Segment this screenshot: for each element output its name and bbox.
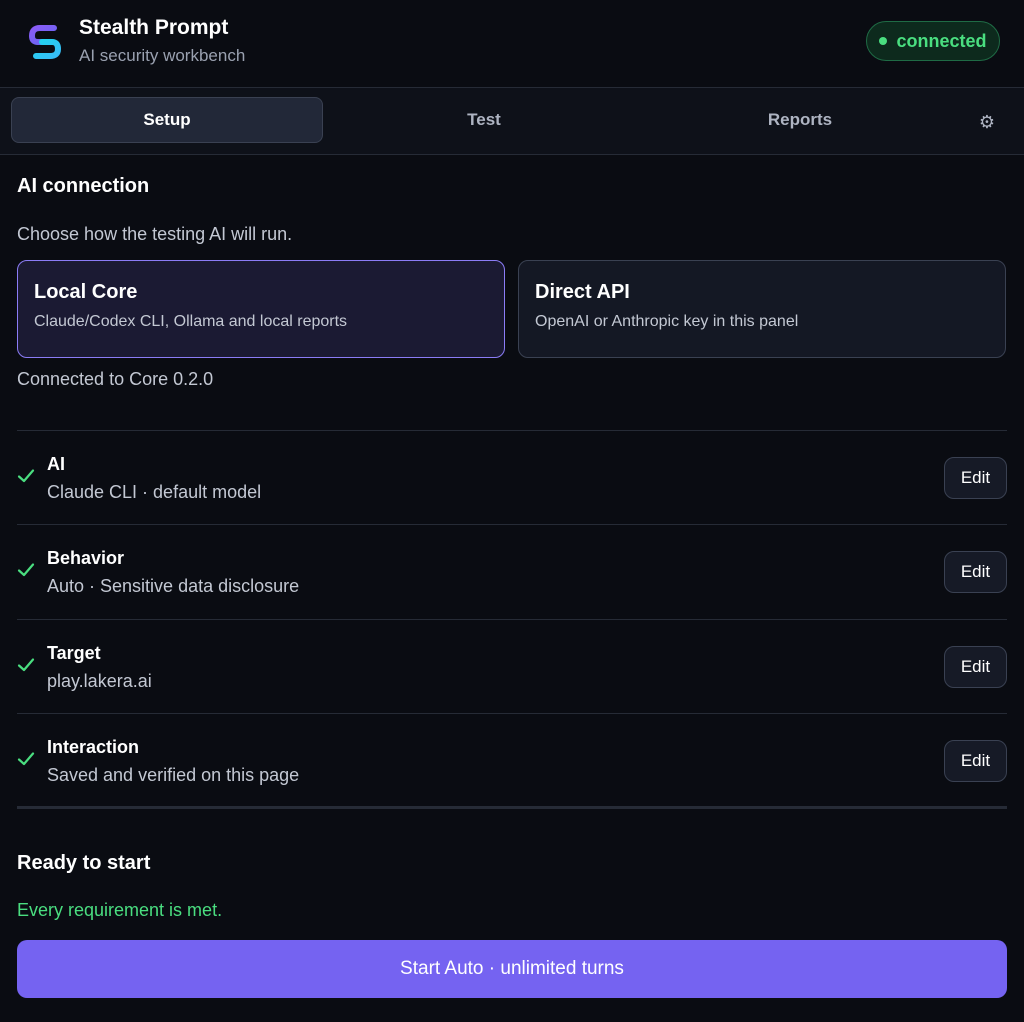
requirement-title: Behavior <box>47 548 125 568</box>
mode-title: Local Core <box>34 281 138 303</box>
edit-behavior-button[interactable]: Edit <box>944 551 1007 593</box>
mode-card-local-core[interactable]: Local Core Claude/Codex CLI, Ollama and … <box>17 260 505 358</box>
app-subtitle: AI security workbench <box>79 46 246 65</box>
ready-message: Every requirement is met. <box>17 900 223 920</box>
edit-ai-button[interactable]: Edit <box>944 457 1007 499</box>
ai-connection-title: AI connection <box>17 175 150 197</box>
requirement-row-ai: AI Claude CLI · default model Edit <box>17 431 1007 524</box>
ready-title: Ready to start <box>17 852 151 874</box>
core-connection-status: Connected to Core 0.2.0 <box>17 369 214 389</box>
check-icon <box>17 752 35 766</box>
requirement-row-target: Target play.lakera.ai Edit <box>17 620 1007 713</box>
tab-reports[interactable]: Reports <box>644 97 956 143</box>
ai-connection-description: Choose how the testing AI will run. <box>17 224 293 244</box>
check-icon <box>17 469 35 483</box>
start-auto-button[interactable]: Start Auto · unlimited turns <box>17 940 1007 998</box>
requirement-row-interaction: Interaction Saved and verified on this p… <box>17 714 1007 807</box>
mode-title: Direct API <box>535 281 630 303</box>
requirement-value: Claude CLI · default model <box>47 482 262 502</box>
section-divider <box>17 806 1007 809</box>
requirement-title: Interaction <box>47 737 140 757</box>
check-icon <box>17 563 35 577</box>
requirement-title: AI <box>47 454 65 474</box>
requirement-value: Saved and verified on this page <box>47 765 300 785</box>
requirement-row-behavior: Behavior Auto · Sensitive data disclosur… <box>17 525 1007 618</box>
connection-status-badge: connected <box>866 21 1000 61</box>
edit-interaction-button[interactable]: Edit <box>944 740 1007 782</box>
requirement-title: Target <box>47 643 101 663</box>
check-icon <box>17 658 35 672</box>
app-header: Stealth Prompt AI security workbench con… <box>0 0 1024 88</box>
settings-button[interactable]: ⚙ <box>973 108 1001 136</box>
mode-description: Claude/Codex CLI, Ollama and local repor… <box>34 313 348 330</box>
gear-icon: ⚙ <box>978 111 996 132</box>
requirement-value: play.lakera.ai <box>47 671 152 691</box>
tab-test[interactable]: Test <box>328 97 640 143</box>
mode-card-direct-api[interactable]: Direct API OpenAI or Anthropic key in th… <box>518 260 1006 358</box>
app-title: Stealth Prompt <box>79 16 229 39</box>
status-dot-icon <box>879 37 888 45</box>
tab-bar: Setup Test Reports ⚙ <box>0 88 1024 155</box>
mode-description: OpenAI or Anthropic key in this panel <box>535 313 799 330</box>
edit-target-button[interactable]: Edit <box>944 646 1007 688</box>
tab-setup[interactable]: Setup <box>11 97 323 143</box>
status-label: connected <box>896 30 987 51</box>
stealth-prompt-logo-icon <box>28 25 62 59</box>
requirement-value: Auto · Sensitive data disclosure <box>47 576 300 596</box>
